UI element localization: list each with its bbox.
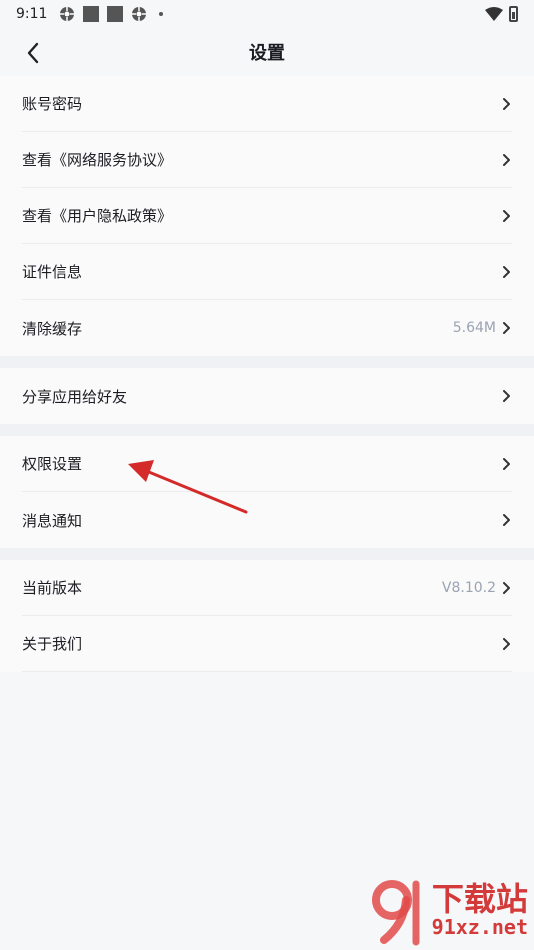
chevron-right-icon xyxy=(503,581,510,594)
settings-group-permissions: 权限设置 消息通知 xyxy=(0,436,534,548)
chevron-right-icon xyxy=(503,322,510,334)
status-bar: 9:11 xyxy=(0,0,534,28)
settings-item-about-us[interactable]: 关于我们 xyxy=(22,616,512,672)
watermark: 下载站 91xz.net xyxy=(370,876,528,946)
chevron-right-icon xyxy=(503,97,510,110)
section-divider xyxy=(0,548,534,560)
settings-item-label: 消息通知 xyxy=(22,511,83,530)
chevron-right-icon xyxy=(503,457,510,470)
cache-size-value: 5.64M xyxy=(452,320,496,336)
settings-item-label: 账号密码 xyxy=(22,95,83,113)
back-button[interactable] xyxy=(18,38,48,68)
chevron-right-icon xyxy=(503,390,510,402)
gear-icon xyxy=(132,7,147,21)
gear-icon xyxy=(60,7,75,21)
settings-item-share-app[interactable]: 分享应用给好友 xyxy=(22,368,512,424)
settings-item-service-agreement[interactable]: 查看《网络服务协议》 xyxy=(22,132,512,188)
settings-item-label: 权限设置 xyxy=(22,455,83,473)
settings-item-label: 查看《网络服务协议》 xyxy=(22,151,173,169)
version-value: V8.10.2 xyxy=(441,579,496,596)
chevron-left-icon xyxy=(27,42,39,64)
watermark-url: 91xz.net xyxy=(431,915,528,939)
square-icon xyxy=(83,6,100,22)
dot-icon xyxy=(159,12,164,16)
header: 设置 xyxy=(0,28,534,76)
page-title: 设置 xyxy=(249,43,285,64)
status-icons-left xyxy=(59,6,164,22)
watermark-title: 下载站 xyxy=(431,880,528,918)
battery-icon xyxy=(509,6,518,22)
settings-group-account: 账号密码 查看《网络服务协议》 查看《用户隐私政策》 证件信息 清除缓存 5.6… xyxy=(0,76,534,356)
chevron-right-icon xyxy=(503,637,510,650)
settings-item-label: 证件信息 xyxy=(22,263,83,281)
chevron-right-icon xyxy=(503,265,510,278)
status-time: 9:11 xyxy=(16,6,48,22)
settings-item-account-password[interactable]: 账号密码 xyxy=(22,76,512,132)
status-icons-right xyxy=(485,6,518,22)
wifi-icon xyxy=(485,7,503,21)
settings-item-label: 当前版本 xyxy=(22,579,83,597)
settings-item-label: 关于我们 xyxy=(22,635,83,653)
settings-group-about: 当前版本 V8.10.2 关于我们 xyxy=(0,560,534,672)
settings-item-clear-cache[interactable]: 清除缓存 5.64M xyxy=(22,300,512,356)
settings-item-label: 分享应用给好友 xyxy=(22,387,128,406)
settings-item-privacy-policy[interactable]: 查看《用户隐私政策》 xyxy=(22,188,512,244)
section-divider xyxy=(0,356,534,368)
section-divider xyxy=(0,424,534,436)
settings-item-label: 查看《用户隐私政策》 xyxy=(22,207,173,225)
settings-item-certificate-info[interactable]: 证件信息 xyxy=(22,244,512,300)
watermark-logo-icon xyxy=(371,880,420,946)
chevron-right-icon xyxy=(503,209,510,222)
chevron-right-icon xyxy=(503,153,510,166)
settings-item-permission-settings[interactable]: 权限设置 xyxy=(22,436,512,492)
settings-item-current-version[interactable]: 当前版本 V8.10.2 xyxy=(22,560,512,616)
chevron-right-icon xyxy=(503,514,510,526)
settings-item-label: 清除缓存 xyxy=(22,319,83,338)
settings-item-notifications[interactable]: 消息通知 xyxy=(22,492,512,548)
square-icon xyxy=(107,6,124,22)
settings-group-share: 分享应用给好友 xyxy=(0,368,534,424)
